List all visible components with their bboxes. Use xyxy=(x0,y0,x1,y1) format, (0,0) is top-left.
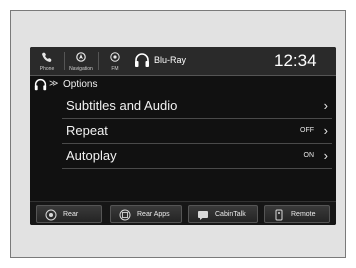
breadcrumb: ≫ Options xyxy=(30,76,336,93)
navigation-icon xyxy=(76,52,86,62)
option-value: OFF xyxy=(300,127,314,134)
phone-source-button[interactable]: Phone xyxy=(32,50,62,72)
chevron-right-icon: › xyxy=(323,148,328,163)
top-bar: Phone Navigation FM Blu-Ray 12:34 xyxy=(30,47,336,76)
option-row-subtitles-audio[interactable]: Subtitles and Audio › xyxy=(62,94,332,119)
rear-apps-icon xyxy=(119,209,131,221)
option-row-autoplay[interactable]: Autoplay ON › xyxy=(62,144,332,169)
remote-label: Remote xyxy=(291,211,316,218)
fm-source-button[interactable]: FM xyxy=(100,50,130,72)
radio-icon xyxy=(110,52,120,62)
page-title: Options xyxy=(63,79,98,90)
option-label: Autoplay xyxy=(66,148,117,163)
rear-apps-label: Rear Apps xyxy=(137,211,170,218)
option-value: ON xyxy=(303,152,315,159)
chevron-right-icon: › xyxy=(323,98,328,113)
phone-icon xyxy=(42,52,52,62)
remote-button[interactable]: Remote xyxy=(264,205,330,223)
rear-label: Rear xyxy=(63,211,79,218)
headphones-icon xyxy=(135,53,149,67)
display-screen: Phone Navigation FM Blu-Ray 12:34 ≫ Opti… xyxy=(30,47,336,225)
headphones-icon xyxy=(34,78,47,91)
navigation-label: Navigation xyxy=(69,66,93,72)
cabintalk-label: CabinTalk xyxy=(215,211,246,218)
rear-apps-button[interactable]: Rear Apps xyxy=(110,205,182,223)
now-playing-title: Blu-Ray xyxy=(154,55,187,65)
rear-button[interactable]: Rear xyxy=(36,205,102,223)
cabintalk-button[interactable]: CabinTalk xyxy=(188,205,258,223)
fm-label: FM xyxy=(111,66,119,72)
navigation-source-button[interactable]: Navigation xyxy=(66,50,96,72)
chevron-right-icon: › xyxy=(323,123,328,138)
clock: 12:34 xyxy=(274,51,317,70)
option-row-repeat[interactable]: Repeat OFF › xyxy=(62,119,332,144)
rear-icon xyxy=(45,209,57,221)
option-label: Subtitles and Audio xyxy=(66,98,178,113)
cabintalk-icon xyxy=(198,211,208,220)
phone-label: Phone xyxy=(39,66,55,72)
remote-icon xyxy=(275,209,283,221)
bottom-bar: Rear Rear Apps CabinTalk Remote xyxy=(30,201,336,225)
divider xyxy=(98,52,99,70)
breadcrumb-chevron-icon: ≫ xyxy=(49,78,59,88)
option-label: Repeat xyxy=(66,123,108,138)
divider xyxy=(64,52,65,70)
